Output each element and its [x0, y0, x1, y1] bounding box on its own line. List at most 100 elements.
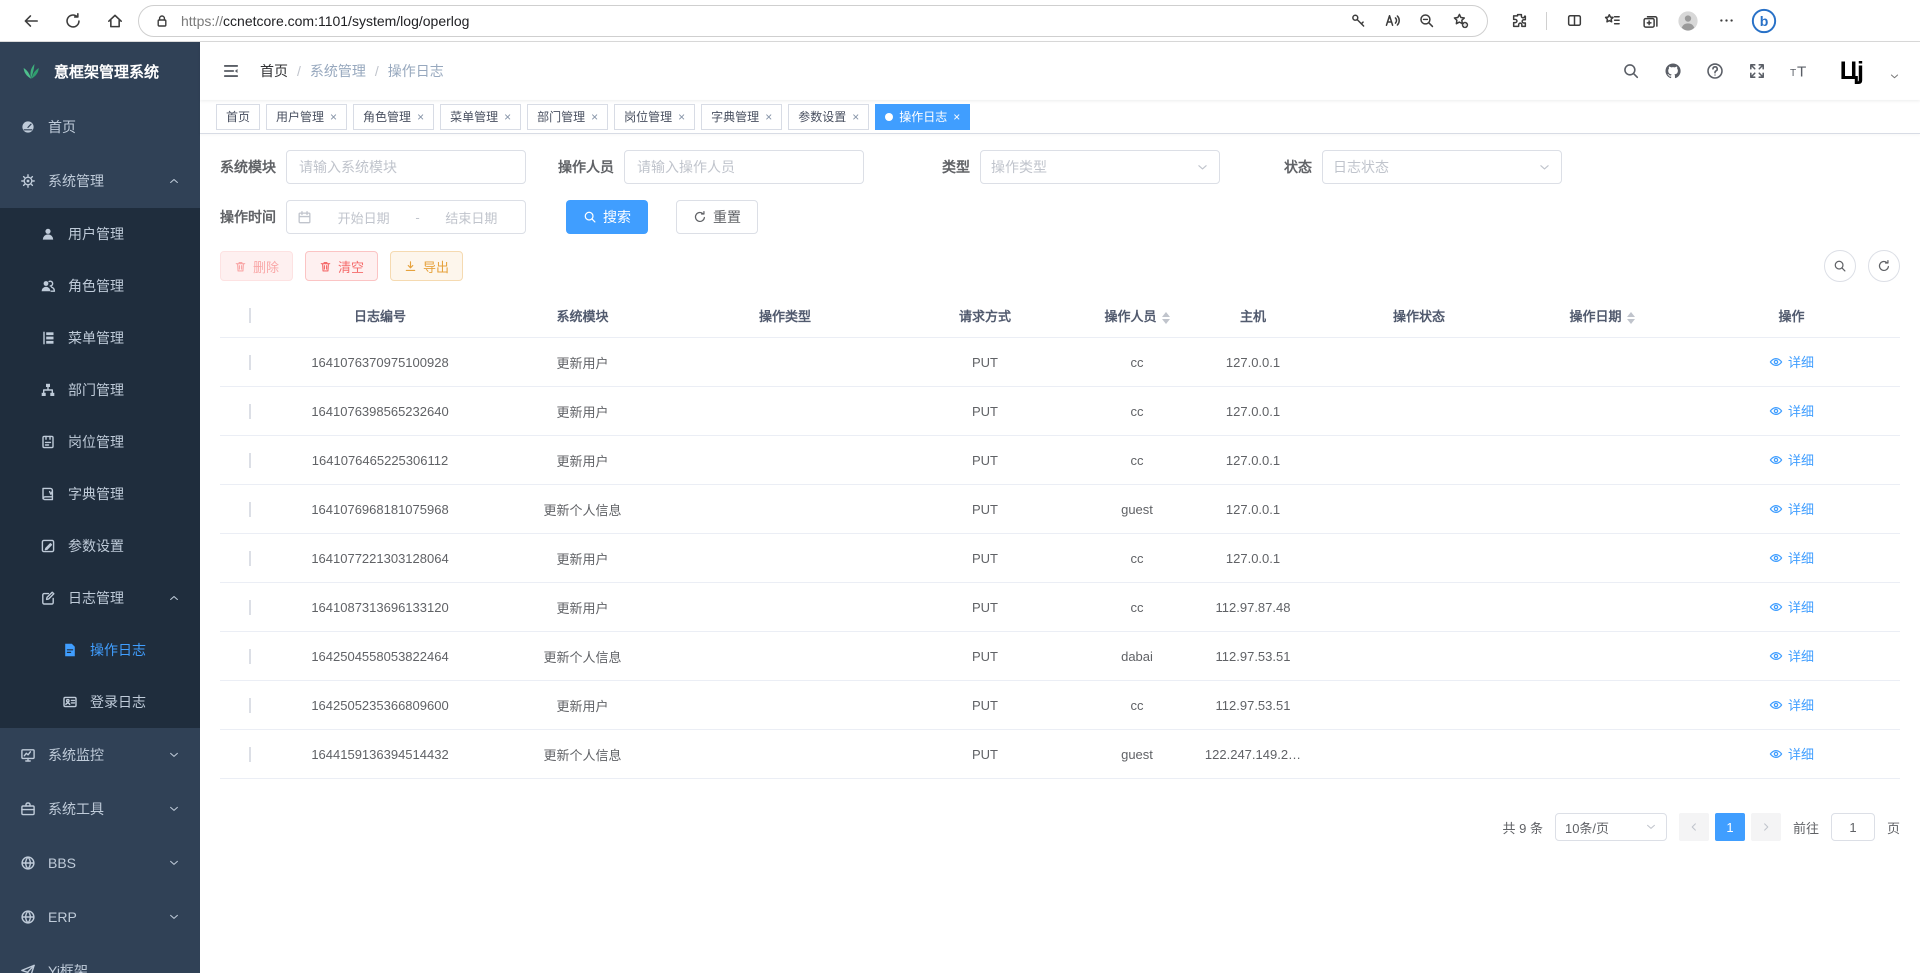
user-avatar-logo[interactable]: Цj: [1840, 59, 1863, 84]
refresh-icon[interactable]: [56, 6, 90, 36]
extensions-icon[interactable]: [1502, 6, 1536, 36]
sidebar-item-7[interactable]: 字典管理: [0, 468, 200, 520]
tag-view-4[interactable]: 部门管理 ×: [527, 104, 608, 130]
row-checkbox[interactable]: [249, 747, 251, 762]
sidebar-item-14[interactable]: BBS: [0, 836, 200, 890]
type-select[interactable]: 操作类型: [980, 150, 1220, 184]
favorite-add-icon[interactable]: [1445, 6, 1475, 36]
fullscreen-icon[interactable]: [1748, 62, 1766, 80]
profile-avatar[interactable]: [1671, 6, 1705, 36]
toggle-search-button[interactable]: [1824, 250, 1856, 282]
close-icon[interactable]: ×: [330, 111, 337, 123]
zoom-out-icon[interactable]: [1411, 6, 1441, 36]
row-checkbox[interactable]: [249, 355, 251, 370]
sort-icon[interactable]: [1162, 312, 1170, 324]
close-icon[interactable]: ×: [417, 111, 424, 123]
next-page-button[interactable]: [1751, 813, 1781, 841]
tag-view-0[interactable]: 首页: [216, 104, 260, 130]
tag-view-2[interactable]: 角色管理 ×: [353, 104, 434, 130]
address-bar[interactable]: https://ccnetcore.com:1101/system/log/op…: [138, 5, 1488, 37]
sidebar-item-6[interactable]: 岗位管理: [0, 416, 200, 468]
row-checkbox[interactable]: [249, 453, 251, 468]
home-icon[interactable]: [98, 6, 132, 36]
sidebar-item-4[interactable]: 菜单管理: [0, 312, 200, 364]
close-icon[interactable]: ×: [591, 111, 598, 123]
page-size-select[interactable]: 10条/页: [1555, 813, 1667, 841]
close-icon[interactable]: ×: [504, 111, 511, 123]
goto-page-input[interactable]: [1831, 813, 1875, 841]
delete-button[interactable]: 删除: [220, 251, 293, 281]
detail-link[interactable]: 详细: [1769, 695, 1814, 714]
detail-link[interactable]: 详细: [1769, 499, 1814, 518]
row-checkbox[interactable]: [249, 502, 251, 517]
module-input[interactable]: [286, 150, 526, 184]
refresh-table-button[interactable]: [1868, 250, 1900, 282]
split-screen-icon[interactable]: [1557, 6, 1591, 36]
tag-view-7[interactable]: 参数设置 ×: [788, 104, 869, 130]
sidebar-item-5[interactable]: 部门管理: [0, 364, 200, 416]
more-icon[interactable]: [1709, 6, 1743, 36]
status-select[interactable]: 日志状态: [1322, 150, 1562, 184]
detail-link[interactable]: 详细: [1769, 401, 1814, 420]
detail-link[interactable]: 详细: [1769, 597, 1814, 616]
row-checkbox[interactable]: [249, 600, 251, 615]
close-icon[interactable]: ×: [852, 111, 859, 123]
export-button[interactable]: 导出: [390, 251, 463, 281]
pagination: 共 9 条 10条/页 1 前往 页: [220, 813, 1900, 841]
tag-view-6[interactable]: 字典管理 ×: [701, 104, 782, 130]
select-all-checkbox[interactable]: [249, 308, 251, 323]
tag-view-8[interactable]: 操作日志 ×: [875, 104, 970, 130]
sidebar-item-9[interactable]: 日志管理: [0, 572, 200, 624]
operator-input[interactable]: [624, 150, 864, 184]
app-logo[interactable]: 意框架管理系统: [0, 42, 200, 100]
reset-button[interactable]: 重置: [676, 200, 758, 234]
sidebar-item-1[interactable]: 系统管理: [0, 154, 200, 208]
sidebar-item-0[interactable]: 首页: [0, 100, 200, 154]
sort-icon[interactable]: [1627, 312, 1635, 324]
sidebar-item-13[interactable]: 系统工具: [0, 782, 200, 836]
github-icon[interactable]: [1664, 62, 1682, 80]
sidebar-item-15[interactable]: ERP: [0, 890, 200, 944]
key-icon[interactable]: [1343, 6, 1373, 36]
bing-chat-icon[interactable]: b: [1747, 6, 1781, 36]
row-checkbox[interactable]: [249, 551, 251, 566]
sidebar-item-12[interactable]: 系统监控: [0, 728, 200, 782]
search-button[interactable]: 搜索: [566, 200, 648, 234]
sidebar-collapse-icon[interactable]: [220, 62, 242, 80]
row-checkbox[interactable]: [249, 404, 251, 419]
search-icon[interactable]: [1622, 62, 1640, 80]
close-icon[interactable]: ×: [678, 111, 685, 123]
detail-link[interactable]: 详细: [1769, 352, 1814, 371]
detail-link[interactable]: 详细: [1769, 646, 1814, 665]
clear-button[interactable]: 清空: [305, 251, 378, 281]
close-icon[interactable]: ×: [953, 111, 960, 123]
page-number-1[interactable]: 1: [1715, 813, 1745, 841]
sidebar-item-16[interactable]: Yi框架: [0, 944, 200, 973]
prev-page-button[interactable]: [1679, 813, 1709, 841]
tag-view-3[interactable]: 菜单管理 ×: [440, 104, 521, 130]
sidebar-item-10[interactable]: 操作日志: [0, 624, 200, 676]
chevron-down-icon[interactable]: [1889, 71, 1900, 82]
font-size-icon[interactable]: TT: [1790, 62, 1808, 80]
sidebar-item-3[interactable]: 角色管理: [0, 260, 200, 312]
row-checkbox[interactable]: [249, 698, 251, 713]
question-icon[interactable]: [1706, 62, 1724, 80]
tag-view-5[interactable]: 岗位管理 ×: [614, 104, 695, 130]
row-checkbox[interactable]: [249, 649, 251, 664]
detail-link[interactable]: 详细: [1769, 450, 1814, 469]
sidebar-item-2[interactable]: 用户管理: [0, 208, 200, 260]
url-text[interactable]: https://ccnetcore.com:1101/system/log/op…: [181, 13, 469, 29]
sidebar-item-11[interactable]: 登录日志: [0, 676, 200, 728]
date-range-picker[interactable]: 开始日期 - 结束日期: [286, 200, 526, 234]
detail-link[interactable]: 详细: [1769, 548, 1814, 567]
close-icon[interactable]: ×: [765, 111, 772, 123]
back-icon[interactable]: [14, 6, 48, 36]
tag-view-1[interactable]: 用户管理 ×: [266, 104, 347, 130]
read-aloud-icon[interactable]: [1377, 6, 1407, 36]
detail-link[interactable]: 详细: [1769, 744, 1814, 763]
breadcrumb-item-0[interactable]: 首页: [260, 61, 288, 81]
sidebar-item-8[interactable]: 参数设置: [0, 520, 200, 572]
collections-icon[interactable]: [1633, 6, 1667, 36]
favorites-bar-icon[interactable]: [1595, 6, 1629, 36]
lock-icon[interactable]: [151, 6, 173, 36]
